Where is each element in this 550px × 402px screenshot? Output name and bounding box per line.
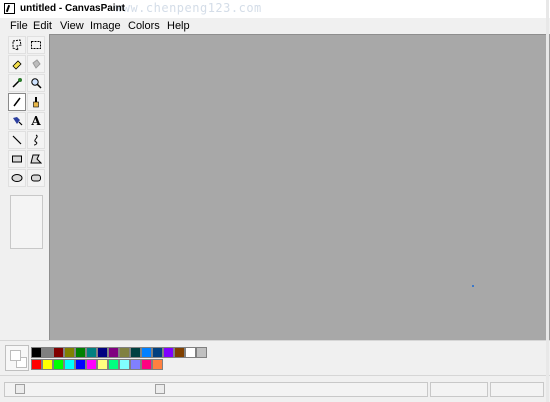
free-select-icon [12,39,22,51]
eraser-tool[interactable] [8,55,26,73]
curve-icon [33,134,38,146]
title-bar[interactable]: www.chenpeng123.com untitled - CanvasPai… [0,0,550,19]
airbrush-tool[interactable] [8,112,26,130]
color-swatch[interactable] [53,347,64,358]
airbrush-icon [13,117,23,126]
foreground-color-box [10,350,21,361]
brush-icon [33,97,39,108]
menu-file[interactable]: File [10,20,28,32]
status-checkbox-right[interactable] [155,384,165,394]
status-bar [0,375,550,402]
rect-select-icon [31,41,41,49]
window-right-edge [546,0,549,402]
color-swatch[interactable] [31,347,42,358]
color-swatch[interactable] [119,359,130,370]
current-colors[interactable] [5,345,29,371]
menu-bar: File Edit View Image Colors Help [0,18,550,34]
color-picker-icon [12,78,22,88]
app-icon [4,3,15,14]
color-swatch[interactable] [86,347,97,358]
color-swatch[interactable] [141,347,152,358]
rounded-rectangle-tool[interactable] [27,169,45,187]
color-swatch[interactable] [53,359,64,370]
color-swatch[interactable] [86,359,97,370]
paint-window: www.chenpeng123.com untitled - CanvasPai… [0,0,550,402]
ellipse-icon [11,174,23,182]
curve-tool[interactable] [27,131,45,149]
rectangle-icon [12,155,22,163]
eraser-icon [12,60,22,70]
color-swatch[interactable] [31,359,42,370]
text-icon: A [31,114,41,128]
ellipse-tool[interactable] [8,169,26,187]
magnifier-icon [31,78,42,89]
fill-bucket-icon [32,59,41,69]
color-swatch[interactable] [64,359,75,370]
rect-select-tool[interactable] [27,36,45,54]
color-swatch[interactable] [75,347,86,358]
color-swatch[interactable] [152,359,163,370]
color-picker-tool[interactable] [8,74,26,92]
watermark: www.chenpeng123.com [115,1,262,15]
status-pane-size [490,382,544,397]
color-swatch[interactable] [64,347,75,358]
canvas-pixel [472,285,474,287]
tool-options-box[interactable] [10,195,43,249]
free-select-tool[interactable] [8,36,26,54]
pencil-icon [13,97,21,107]
color-swatch[interactable] [42,359,53,370]
color-swatch[interactable] [141,359,152,370]
line-tool[interactable] [8,131,26,149]
color-swatch[interactable] [163,347,174,358]
rounded-rectangle-icon [31,174,41,182]
magnifier-tool[interactable] [27,74,45,92]
status-checkbox-left[interactable] [15,384,25,394]
rectangle-tool[interactable] [8,150,26,168]
menu-view[interactable]: View [60,20,84,32]
window-title: untitled - CanvasPaint [20,3,126,14]
polygon-icon [30,154,42,164]
color-swatch[interactable] [119,347,130,358]
menu-colors[interactable]: Colors [128,20,160,32]
color-swatch[interactable] [108,347,119,358]
line-icon [12,135,22,145]
color-swatch[interactable] [196,347,207,358]
color-swatch[interactable] [152,347,163,358]
color-swatch[interactable] [97,359,108,370]
color-swatch[interactable] [42,347,53,358]
color-swatch[interactable] [130,359,141,370]
color-swatch[interactable] [75,359,86,370]
menu-edit[interactable]: Edit [33,20,52,32]
drawing-canvas[interactable] [49,34,546,340]
text-tool[interactable]: A [27,112,45,130]
fill-bucket-tool[interactable] [27,55,45,73]
menu-image[interactable]: Image [90,20,121,32]
status-pane-main [4,382,428,397]
menu-help[interactable]: Help [167,20,190,32]
color-swatch[interactable] [174,347,185,358]
status-pane-coords [430,382,488,397]
color-swatch[interactable] [108,359,119,370]
polygon-tool[interactable] [27,150,45,168]
color-palette [0,340,550,375]
brush-tool[interactable] [27,93,45,111]
toolbox: A [4,35,48,340]
pencil-tool[interactable] [8,93,26,111]
color-swatch[interactable] [97,347,108,358]
color-swatch[interactable] [185,347,196,358]
color-swatch[interactable] [130,347,141,358]
